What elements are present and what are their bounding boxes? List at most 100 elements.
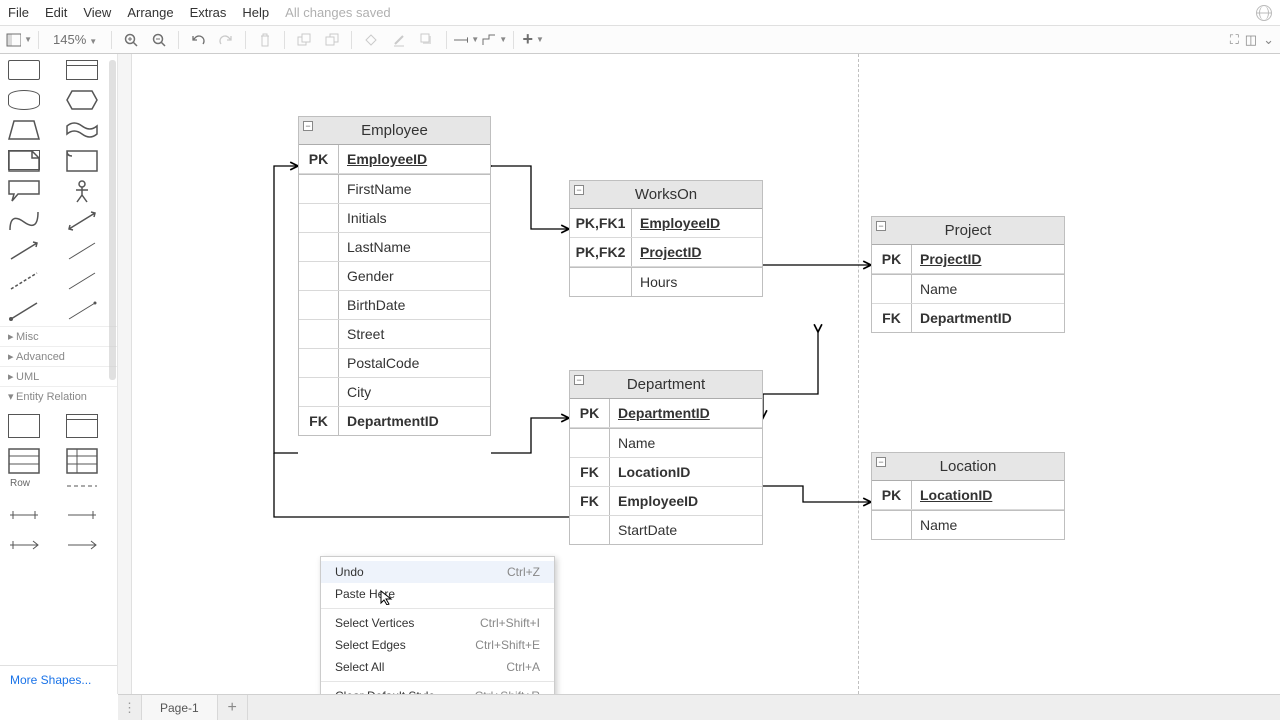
- line-color-icon[interactable]: [386, 29, 412, 51]
- table-row[interactable]: City: [299, 378, 490, 407]
- shadow-icon[interactable]: [414, 29, 440, 51]
- shape-line-dot[interactable]: [8, 300, 40, 320]
- fullscreen-icon[interactable]: ⛶: [1230, 32, 1239, 48]
- table-row[interactable]: PostalCode: [299, 349, 490, 378]
- table-row[interactable]: LastName: [299, 233, 490, 262]
- entity-department[interactable]: −Department PKDepartmentIDNameFKLocation…: [569, 370, 763, 545]
- format-panel-icon[interactable]: ◫: [1245, 32, 1257, 48]
- shape-note[interactable]: [8, 150, 40, 170]
- entity-project[interactable]: −Project PKProjectIDNameFKDepartmentID: [871, 216, 1065, 333]
- er-rel-1[interactable]: [8, 508, 40, 528]
- undo-icon[interactable]: [185, 29, 211, 51]
- more-shapes-link[interactable]: More Shapes...: [0, 665, 117, 694]
- shape-hexagon[interactable]: [66, 90, 98, 110]
- to-front-icon[interactable]: [291, 29, 317, 51]
- zoom-out-icon[interactable]: [146, 29, 172, 51]
- tabs-menu-icon[interactable]: ⋮: [118, 695, 142, 720]
- entity-workson[interactable]: −WorksOn PK,FK1EmployeeIDPK,FK2ProjectID…: [569, 180, 763, 297]
- shape-actor[interactable]: [66, 180, 98, 200]
- table-row[interactable]: PKDepartmentID: [570, 399, 762, 428]
- shape-line-thin[interactable]: [66, 240, 98, 260]
- er-rel-2[interactable]: [66, 508, 98, 528]
- collapse-icon[interactable]: −: [574, 375, 584, 385]
- table-row[interactable]: Hours: [570, 267, 762, 296]
- shape-line2[interactable]: [66, 270, 98, 290]
- shape-arrow[interactable]: [8, 240, 40, 260]
- menu-help[interactable]: Help: [242, 5, 269, 20]
- er-table-grid-shape[interactable]: [66, 448, 98, 468]
- shape-dash[interactable]: [8, 270, 40, 290]
- menu-extras[interactable]: Extras: [190, 5, 227, 20]
- collapse-icon[interactable]: −: [574, 185, 584, 195]
- tab-page-1[interactable]: Page-1: [142, 695, 218, 720]
- table-row[interactable]: FKEmployeeID: [570, 487, 762, 516]
- table-row[interactable]: FirstName: [299, 174, 490, 204]
- shape-arrow-bi[interactable]: [66, 210, 98, 230]
- category-advanced[interactable]: ▸Advanced: [0, 346, 117, 366]
- table-row[interactable]: PKEmployeeID: [299, 145, 490, 174]
- shape-cylinder[interactable]: [8, 90, 40, 110]
- er-table-rows-shape[interactable]: [8, 448, 40, 468]
- redo-icon[interactable]: [213, 29, 239, 51]
- zoom-level[interactable]: 145%▼: [45, 32, 105, 47]
- er-rel-4[interactable]: [66, 538, 98, 558]
- collapse-icon[interactable]: −: [876, 457, 886, 467]
- shape-trapezoid[interactable]: [8, 120, 40, 140]
- connection-icon[interactable]: ▼: [453, 29, 479, 51]
- context-menu-item[interactable]: Paste Here: [321, 583, 554, 605]
- context-menu-item[interactable]: Select VerticesCtrl+Shift+I: [321, 612, 554, 634]
- table-row[interactable]: Initials: [299, 204, 490, 233]
- menu-edit[interactable]: Edit: [45, 5, 67, 20]
- entity-location[interactable]: −Location PKLocationIDName: [871, 452, 1065, 540]
- menu-arrange[interactable]: Arrange: [127, 5, 173, 20]
- er-table-shape[interactable]: [8, 414, 40, 438]
- context-menu-item[interactable]: Select AllCtrl+A: [321, 656, 554, 678]
- to-back-icon[interactable]: [319, 29, 345, 51]
- shape-rect-header[interactable]: [66, 60, 98, 80]
- shape-page[interactable]: [66, 150, 98, 170]
- delete-icon[interactable]: [252, 29, 278, 51]
- shape-rect[interactable]: [8, 60, 40, 80]
- sidebar-scrollbar[interactable]: [109, 60, 116, 380]
- zoom-in-icon[interactable]: [118, 29, 144, 51]
- table-row[interactable]: FKDepartmentID: [872, 304, 1064, 332]
- context-menu-item[interactable]: Select EdgesCtrl+Shift+E: [321, 634, 554, 656]
- context-menu-item[interactable]: UndoCtrl+Z: [321, 561, 554, 583]
- table-row[interactable]: Name: [872, 510, 1064, 539]
- entity-employee[interactable]: −Employee PKEmployeeIDFirstNameInitialsL…: [298, 116, 491, 436]
- table-row[interactable]: BirthDate: [299, 291, 490, 320]
- collapse-icon[interactable]: ⌄: [1263, 32, 1274, 48]
- table-row[interactable]: PKLocationID: [872, 481, 1064, 510]
- view-dropdown[interactable]: ▼: [6, 29, 32, 51]
- table-row[interactable]: Name: [872, 274, 1064, 304]
- fill-color-icon[interactable]: [358, 29, 384, 51]
- table-row[interactable]: StartDate: [570, 516, 762, 544]
- table-row[interactable]: PK,FK1EmployeeID: [570, 209, 762, 238]
- er-table-header-shape[interactable]: [66, 414, 98, 438]
- category-entity-relation[interactable]: ▾Entity Relation: [0, 386, 117, 406]
- category-misc[interactable]: ▸Misc: [0, 326, 117, 346]
- table-row[interactable]: FKDepartmentID: [299, 407, 490, 435]
- collapse-icon[interactable]: −: [876, 221, 886, 231]
- table-row[interactable]: Street: [299, 320, 490, 349]
- menu-view[interactable]: View: [83, 5, 111, 20]
- shape-wave[interactable]: [66, 120, 98, 140]
- shape-curve[interactable]: [8, 210, 40, 230]
- table-row[interactable]: PKProjectID: [872, 245, 1064, 274]
- table-row[interactable]: FKLocationID: [570, 458, 762, 487]
- er-rel-3[interactable]: [8, 538, 40, 558]
- menu-file[interactable]: File: [8, 5, 29, 20]
- shape-line-arrow[interactable]: [66, 300, 98, 320]
- language-icon[interactable]: [1256, 5, 1272, 21]
- collapse-icon[interactable]: −: [303, 121, 313, 131]
- category-uml[interactable]: ▸UML: [0, 366, 117, 386]
- table-row[interactable]: PK,FK2ProjectID: [570, 238, 762, 267]
- table-row[interactable]: Gender: [299, 262, 490, 291]
- shape-callout[interactable]: [8, 180, 40, 200]
- waypoint-icon[interactable]: ▼: [481, 29, 507, 51]
- add-page-button[interactable]: +: [218, 695, 248, 720]
- er-row-shape[interactable]: [66, 478, 98, 498]
- table-row[interactable]: Name: [570, 428, 762, 458]
- insert-icon[interactable]: +▼: [520, 29, 546, 51]
- canvas[interactable]: −Employee PKEmployeeIDFirstNameInitialsL…: [118, 54, 1280, 694]
